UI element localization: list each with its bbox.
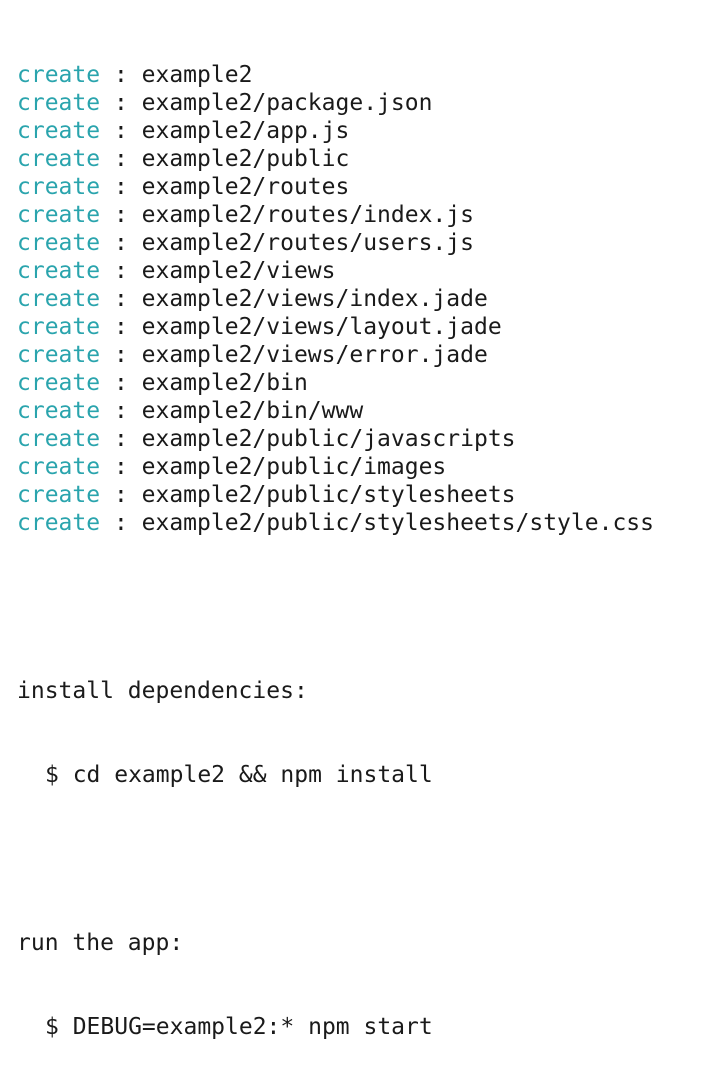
create-line: create : example2/public/javascripts [17, 425, 707, 453]
created-path: example2/bin [141, 370, 308, 396]
create-verb: create [17, 510, 101, 536]
create-line: create : example2 [17, 61, 707, 89]
created-path: example2/routes/users.js [141, 230, 474, 256]
create-verb: create [17, 482, 101, 508]
created-path: example2/app.js [141, 118, 350, 144]
created-path: example2/views/index.jade [141, 286, 488, 312]
created-path: example2 [141, 62, 253, 88]
created-path: example2/routes/index.js [141, 202, 474, 228]
separator: : [100, 510, 142, 536]
create-line: create : example2/public/images [17, 453, 707, 481]
create-verb: create [17, 202, 101, 228]
created-path: example2/public/images [141, 454, 447, 480]
create-line: create : example2/views/index.jade [17, 285, 707, 313]
install-command-line: $ cd example2 && npm install [17, 761, 707, 789]
create-line: create : example2/public/stylesheets/sty… [17, 509, 707, 537]
separator: : [100, 90, 142, 116]
create-verb: create [17, 146, 101, 172]
separator: : [100, 482, 142, 508]
create-line: create : example2/bin [17, 369, 707, 397]
create-verb: create [17, 62, 101, 88]
terminal-output: create : example2 create : example2/packa… [17, 5, 707, 1069]
separator: : [100, 146, 142, 172]
create-line: create : example2/bin/www [17, 397, 707, 425]
separator: : [100, 370, 142, 396]
created-path: example2/public [141, 146, 350, 172]
create-line: create : example2/routes/index.js [17, 201, 707, 229]
create-line: create : example2/public/stylesheets [17, 481, 707, 509]
created-path: example2/views [141, 258, 336, 284]
created-path: example2/public/stylesheets [141, 482, 516, 508]
created-path: example2/bin/www [141, 398, 364, 424]
create-verb: create [17, 314, 101, 340]
install-heading: install dependencies: [17, 678, 308, 704]
run-heading: run the app: [17, 930, 184, 956]
create-verb: create [17, 454, 101, 480]
separator: : [100, 286, 142, 312]
create-line: create : example2/views [17, 257, 707, 285]
created-path: example2/views/layout.jade [141, 314, 502, 340]
separator: : [100, 118, 142, 144]
separator: : [100, 454, 142, 480]
install-command: $ cd example2 && npm install [45, 762, 433, 788]
create-verb: create [17, 398, 101, 424]
create-line: create : example2/app.js [17, 117, 707, 145]
create-line: create : example2/views/error.jade [17, 341, 707, 369]
separator: : [100, 314, 142, 340]
create-verb: create [17, 118, 101, 144]
create-verb: create [17, 174, 101, 200]
create-verb: create [17, 90, 101, 116]
separator: : [100, 258, 142, 284]
separator: : [100, 230, 142, 256]
create-verb: create [17, 370, 101, 396]
create-line: create : example2/routes/users.js [17, 229, 707, 257]
separator: : [100, 398, 142, 424]
separator: : [100, 62, 142, 88]
create-line: create : example2/routes [17, 173, 707, 201]
run-command-line: $ DEBUG=example2:* npm start [17, 1013, 707, 1041]
create-line: create : example2/package.json [17, 89, 707, 117]
created-path: example2/public/stylesheets/style.css [141, 510, 654, 536]
create-line: create : example2/views/layout.jade [17, 313, 707, 341]
created-path: example2/package.json [141, 90, 433, 116]
create-line: create : example2/public [17, 145, 707, 173]
separator: : [100, 202, 142, 228]
separator: : [100, 342, 142, 368]
create-verb: create [17, 426, 101, 452]
create-verb: create [17, 342, 101, 368]
run-command: $ DEBUG=example2:* npm start [45, 1014, 433, 1040]
separator: : [100, 174, 142, 200]
create-verb: create [17, 230, 101, 256]
created-files-list: create : example2 create : example2/packa… [17, 61, 707, 537]
created-path: example2/public/javascripts [141, 426, 516, 452]
create-verb: create [17, 286, 101, 312]
create-verb: create [17, 258, 101, 284]
separator: : [100, 426, 142, 452]
created-path: example2/views/error.jade [141, 342, 488, 368]
created-path: example2/routes [141, 174, 350, 200]
